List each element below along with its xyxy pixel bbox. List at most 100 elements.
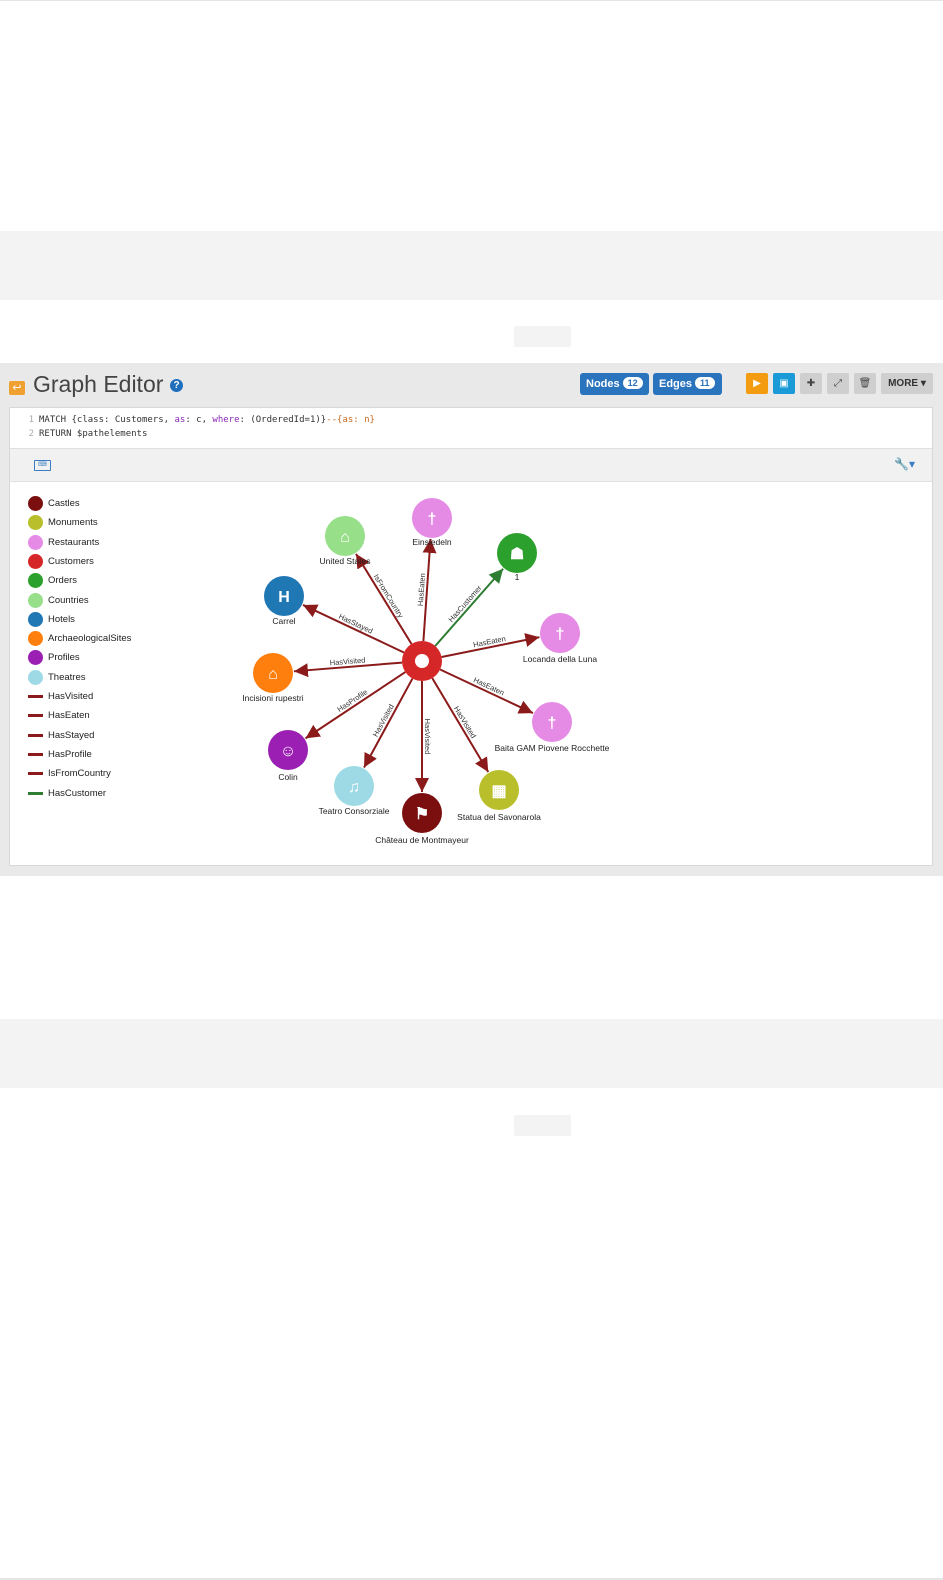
node-circle — [497, 533, 537, 573]
legend-item[interactable]: HasProfile — [28, 747, 168, 763]
node-label: 1 — [515, 572, 520, 582]
edge-label: HasProfile — [335, 687, 369, 714]
nodes-layer: ⌂United States †Einsiedeln ☗1 †Locanda dell… — [242, 498, 610, 845]
graph-edge[interactable] — [293, 661, 403, 678]
legend-swatch-dot — [28, 534, 43, 550]
legend-item[interactable]: HasCustomer — [28, 786, 168, 802]
code-token: --{as: n} — [326, 415, 375, 425]
legend-label: IsFromCountry — [48, 768, 111, 780]
graph-edge[interactable] — [363, 678, 414, 769]
legend-item[interactable]: Countries — [28, 592, 168, 609]
query-line-1: 1 MATCH {class: Customers, as: c, where: … — [10, 413, 375, 427]
legend-label: Profiles — [48, 652, 80, 664]
graph-node[interactable]: ⚑ Château de Montmayeur — [375, 793, 469, 845]
circle-icon — [415, 654, 429, 668]
legend-item[interactable]: HasStayed — [28, 728, 168, 744]
node-circle — [412, 498, 452, 538]
edge-label: HasStayed — [337, 612, 374, 636]
legend-item[interactable]: HasVisited — [28, 689, 168, 705]
legend-item[interactable]: Hotels — [28, 611, 168, 628]
nodes-label: Nodes — [586, 378, 620, 390]
code-keyword: as — [174, 415, 186, 425]
edges-count-button[interactable]: Edges 11 — [653, 373, 722, 395]
legend-item[interactable]: Castles — [28, 496, 168, 512]
graph-node[interactable]: H Carrel — [264, 576, 304, 626]
graph-node[interactable]: ⌂ Incisioni rupestri — [242, 653, 304, 703]
add-button[interactable]: ✚ — [800, 373, 822, 394]
legend-item[interactable]: Restaurants — [28, 534, 168, 551]
legend-item[interactable]: IsFromCountry — [28, 766, 168, 782]
center-customer-node[interactable] — [402, 641, 442, 681]
nodes-count-badge: 12 — [622, 377, 643, 390]
keyboard-icon[interactable]: ⌨ — [34, 460, 51, 471]
edge-label: HasEaten — [472, 634, 506, 649]
fullscreen-button[interactable]: ⤢ — [827, 373, 849, 394]
legend-swatch-line — [28, 733, 43, 737]
trash-button[interactable]: 🗑 — [854, 373, 876, 394]
graph-node[interactable]: † Baita GAM Piovene Rocchette — [495, 702, 610, 753]
building-icon: ▦ — [491, 783, 506, 800]
edge-label: HasVisited — [423, 719, 432, 755]
legend-item[interactable]: HasEaten — [28, 708, 168, 724]
graph-edge[interactable] — [441, 633, 540, 659]
graph-edge[interactable] — [304, 671, 406, 740]
play-button[interactable]: ▶ — [746, 373, 768, 394]
legend-item[interactable]: Monuments — [28, 515, 168, 531]
graph-node[interactable]: ☗1 — [497, 533, 537, 582]
node-circle — [334, 766, 374, 806]
cutlery-icon: † — [428, 511, 437, 528]
graph-edge[interactable] — [422, 538, 437, 642]
nodes-count-button[interactable]: Nodes 12 — [580, 373, 649, 395]
save-icon: ▣ — [779, 378, 789, 389]
edge-label: HasVisited — [329, 656, 365, 668]
more-menu-button[interactable]: MORE ▾ — [881, 373, 933, 394]
legend-swatch-dot — [28, 515, 43, 531]
graph-edge[interactable] — [302, 604, 405, 654]
edge-label: HasEaten — [472, 675, 506, 697]
back-arrow-icon[interactable]: ↩ — [9, 381, 25, 395]
code-token: MATCH {class: Customers, — [39, 415, 175, 425]
edge-label: HasEaten — [416, 573, 427, 606]
graph-node[interactable]: † Locanda della Luna — [523, 613, 597, 664]
legend-label: Orders — [48, 575, 78, 587]
graph-edge[interactable] — [431, 677, 490, 773]
legend-label: HasEaten — [48, 710, 90, 722]
legend-item[interactable]: Orders — [28, 573, 168, 589]
legend-swatch-line — [28, 772, 43, 776]
legend-item[interactable]: Customers — [28, 553, 168, 570]
home-icon: ⌂ — [340, 529, 350, 546]
caret-down-icon: ▾ — [920, 378, 926, 389]
graph-edge[interactable] — [355, 553, 413, 645]
legend-swatch-dot — [28, 592, 43, 608]
graph-node[interactable]: † Einsiedeln — [412, 498, 452, 547]
legend-label: Customers — [48, 555, 94, 567]
line-number: 2 — [28, 429, 34, 439]
legend-item[interactable]: Theatres — [28, 669, 168, 686]
legend-swatch-dot — [28, 611, 43, 627]
node-circle — [264, 576, 304, 616]
editor-toolbar: ⌨ 🔧▾ — [10, 448, 932, 482]
help-icon[interactable]: ? — [170, 379, 183, 392]
wrench-icon[interactable]: 🔧▾ — [894, 457, 915, 471]
edge-label: HasCustomer — [447, 583, 484, 624]
graph-node[interactable]: ⌂ United States — [319, 516, 371, 566]
legend-label: HasStayed — [48, 729, 95, 741]
node-label: Château de Montmayeur — [375, 835, 469, 845]
graph-edge[interactable] — [439, 668, 534, 714]
save-button[interactable]: ▣ — [773, 373, 795, 394]
legend-swatch-dot — [28, 669, 43, 685]
legend-item[interactable]: ArchaeologicalSites — [28, 631, 168, 647]
legend-swatch-line — [28, 791, 43, 795]
node-circle — [268, 730, 308, 770]
node-circle — [253, 653, 293, 693]
tab-pill-top — [514, 326, 571, 347]
graph-node[interactable]: ♫ Teatro Consorziale — [319, 766, 390, 816]
graph-edge[interactable] — [434, 568, 504, 647]
legend-swatch-dot — [28, 573, 43, 589]
legend-item[interactable]: Profiles — [28, 650, 168, 666]
query-editor[interactable]: 1 MATCH {class: Customers, as: c, where: … — [10, 408, 932, 448]
legend-swatch-dot — [28, 496, 43, 511]
graph-node[interactable]: ▦ Statua del Savonarola — [457, 770, 541, 822]
legend-label: HasVisited — [48, 691, 94, 702]
graph-node[interactable]: ☺ Colin — [268, 730, 308, 782]
